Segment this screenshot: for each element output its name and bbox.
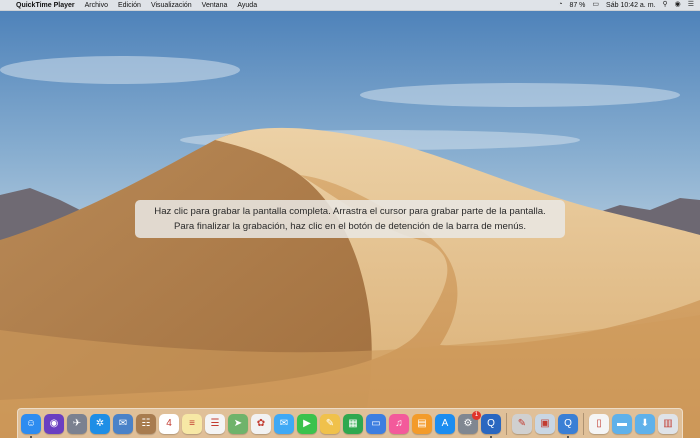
system-preferences-icon: ⚙ bbox=[463, 418, 473, 429]
dock-keynote[interactable]: ▭ bbox=[366, 413, 386, 434]
finder-icon: ☺ bbox=[25, 418, 37, 429]
dock-system-preferences[interactable]: ⚙ 1 bbox=[458, 410, 481, 434]
launchpad-icon: ✈ bbox=[72, 418, 82, 429]
running-indicator bbox=[30, 435, 32, 438]
dock-quicktime[interactable]: Q bbox=[481, 413, 501, 438]
siri-icon[interactable]: ◉ bbox=[675, 1, 681, 9]
spotlight-search-icon[interactable]: ⚲ bbox=[662, 1, 667, 9]
dock-contacts[interactable]: ☷ bbox=[136, 413, 156, 434]
maps-icon: ➤ bbox=[233, 418, 243, 429]
quicktime-icon: Q bbox=[564, 418, 572, 429]
dock-maps[interactable]: ➤ bbox=[228, 413, 248, 434]
calendar-icon: 4 bbox=[166, 418, 172, 429]
dock-notes[interactable]: ≡ bbox=[182, 413, 202, 434]
dock-script-editor[interactable]: ✎ bbox=[512, 413, 532, 434]
dock-quicktime-2[interactable]: Q bbox=[558, 413, 578, 438]
menu-ventana[interactable]: Ventana bbox=[202, 2, 228, 9]
facetime-icon: ▶ bbox=[303, 418, 311, 429]
dock-messages[interactable]: ✉ bbox=[274, 413, 294, 434]
photos-icon: ✿ bbox=[256, 418, 266, 429]
menu-visualizacion[interactable]: Visualización bbox=[151, 2, 192, 9]
dock-trash[interactable]: ▥ bbox=[658, 413, 678, 434]
running-indicator bbox=[567, 435, 569, 438]
notification-badge: 1 bbox=[472, 410, 481, 420]
instruction-line-1: Haz clic para grabar la pantalla complet… bbox=[154, 206, 546, 217]
keynote-icon: ▭ bbox=[371, 418, 381, 429]
dock-safari[interactable]: ✲ bbox=[90, 413, 110, 434]
running-indicator bbox=[490, 435, 492, 438]
itunes-icon: ♫ bbox=[395, 418, 403, 429]
dock-numbers[interactable]: ▦ bbox=[343, 413, 363, 434]
dock-finder[interactable]: ☺ bbox=[21, 413, 41, 438]
battery-percent[interactable]: 87 % bbox=[569, 2, 585, 9]
script-editor-icon: ✎ bbox=[517, 418, 527, 429]
dock-pages[interactable]: ✎ bbox=[320, 413, 340, 434]
quicktime-icon: Q bbox=[487, 418, 495, 429]
instruction-line-2: Para finalizar la grabación, haz clic en… bbox=[174, 221, 526, 232]
folder-icon: ▬ bbox=[617, 418, 627, 429]
dock: ☺ ◉ ✈ ✲ ✉ ☷ 4 ≡ ☰ ➤ ✿ ✉ ▶ ✎ ▦ ▭ ♫ ▤ A ⚙ 1 Q ✎ ▣ Q ▯ ▬ ⬇ ▥ bbox=[17, 408, 683, 438]
menu-edicion[interactable]: Edición bbox=[118, 2, 141, 9]
app-store-icon: A bbox=[441, 418, 449, 429]
dock-books[interactable]: ▤ bbox=[412, 413, 432, 434]
dock-separator bbox=[506, 412, 507, 435]
dock-folder[interactable]: ▬ bbox=[612, 413, 632, 434]
trash-icon: ▥ bbox=[663, 418, 673, 429]
app-menu[interactable]: QuickTime Player bbox=[16, 2, 75, 9]
dock-facetime[interactable]: ▶ bbox=[297, 413, 317, 434]
menu-bar: QuickTime Player Archivo Edición Visuali… bbox=[0, 0, 700, 11]
document-icon: ▯ bbox=[596, 418, 602, 429]
dock-separator bbox=[583, 412, 584, 435]
battery-icon[interactable]: ▭ bbox=[592, 1, 599, 9]
wifi-icon[interactable]: ◔ bbox=[558, 1, 562, 9]
dock-preview[interactable]: ▣ bbox=[535, 413, 555, 434]
notes-icon: ≡ bbox=[189, 418, 195, 429]
dock-siri[interactable]: ◉ bbox=[44, 413, 64, 434]
menu-archivo[interactable]: Archivo bbox=[85, 2, 108, 9]
dock-app-store[interactable]: A bbox=[435, 413, 455, 434]
screen-recording-instructions[interactable]: Haz clic para grabar la pantalla complet… bbox=[135, 200, 565, 238]
pages-icon: ✎ bbox=[325, 418, 335, 429]
dock-reminders[interactable]: ☰ bbox=[205, 413, 225, 434]
messages-icon: ✉ bbox=[279, 418, 289, 429]
notification-center-icon[interactable]: ☰ bbox=[688, 1, 694, 9]
safari-icon: ✲ bbox=[95, 418, 105, 429]
dock-launchpad[interactable]: ✈ bbox=[67, 413, 87, 434]
clock[interactable]: Sáb 10:42 a. m. bbox=[606, 2, 655, 9]
menu-ayuda[interactable]: Ayuda bbox=[237, 2, 257, 9]
dock-downloads[interactable]: ⬇ bbox=[635, 413, 655, 434]
preview-icon: ▣ bbox=[540, 418, 550, 429]
numbers-icon: ▦ bbox=[348, 418, 358, 429]
books-icon: ▤ bbox=[417, 418, 427, 429]
dock-calendar[interactable]: 4 bbox=[159, 413, 179, 434]
siri-icon: ◉ bbox=[49, 418, 59, 429]
mail-icon: ✉ bbox=[118, 418, 128, 429]
dock-itunes[interactable]: ♫ bbox=[389, 413, 409, 434]
dock-document[interactable]: ▯ bbox=[589, 413, 609, 434]
downloads-icon: ⬇ bbox=[640, 418, 650, 429]
contacts-icon: ☷ bbox=[141, 418, 151, 429]
dock-mail[interactable]: ✉ bbox=[113, 413, 133, 434]
dock-photos[interactable]: ✿ bbox=[251, 413, 271, 434]
reminders-icon: ☰ bbox=[210, 418, 220, 429]
